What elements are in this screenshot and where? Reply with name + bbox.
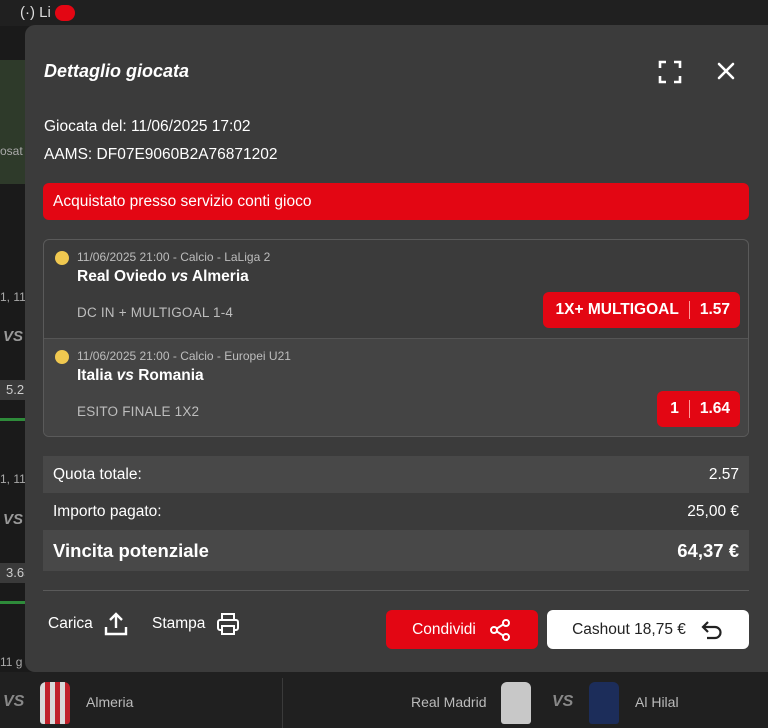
paid-amount-row: Importo pagato: 25,00 € xyxy=(43,493,749,530)
side-text: 1, 11 xyxy=(0,290,26,304)
live-tab[interactable]: (·) Li xyxy=(20,4,75,22)
event-meta: 11/06/2025 21:00 - Calcio - Europei U21 xyxy=(77,349,291,363)
divider xyxy=(43,590,749,591)
events-list: 11/06/2025 21:00 - Calcio - LaLiga 2 Rea… xyxy=(43,239,749,437)
share-icon xyxy=(489,618,510,641)
vs-label: vs xyxy=(170,268,189,285)
paid-label: Importo pagato: xyxy=(53,502,162,520)
selection-label: 1X+ MULTIGOAL xyxy=(555,301,679,318)
jersey-icon xyxy=(501,682,531,724)
side-text: 1, 11 xyxy=(0,472,26,486)
live-badge xyxy=(54,5,75,22)
top-bar: (·) Li xyxy=(0,0,768,26)
selection-badge: 1 1.64 xyxy=(657,391,740,427)
divider xyxy=(688,301,690,319)
home-team: Real Oviedo xyxy=(77,268,167,285)
total-odds-row: Quota totale: 2.57 xyxy=(43,456,749,493)
selection-label: 1 xyxy=(670,400,679,417)
bet-detail-modal: Dettaglio giocata Giocata del: 11/06/202… xyxy=(25,25,768,672)
undo-icon xyxy=(701,620,722,639)
side-text: osat xyxy=(0,144,23,158)
vs-label: VS xyxy=(552,693,574,710)
side-text: 11 g xyxy=(0,655,23,669)
team-name: Almeria xyxy=(86,694,134,710)
jersey-icon xyxy=(40,682,70,724)
upload-label: Carica xyxy=(48,615,93,632)
potential-win-row: Vincita potenziale 64,37 € xyxy=(43,530,749,571)
vs-label: VS xyxy=(3,693,25,710)
cashout-button[interactable]: Cashout 18,75 € xyxy=(547,610,749,649)
list-item: 11/06/2025 21:00 - Calcio - LaLiga 2 Rea… xyxy=(44,240,748,339)
upload-button[interactable]: Carica xyxy=(48,611,129,637)
print-icon xyxy=(217,613,240,635)
event-market: DC IN + MULTIGOAL 1-4 xyxy=(77,305,234,320)
total-odds-label: Quota totale: xyxy=(53,465,142,483)
print-label: Stampa xyxy=(152,615,206,632)
vs-label: vs xyxy=(116,367,134,384)
list-item: 11/06/2025 21:00 - Calcio - Europei U21 … xyxy=(44,339,748,436)
potential-win-label: Vincita potenziale xyxy=(53,539,209,561)
divider xyxy=(282,678,283,728)
jersey-icon xyxy=(589,682,619,724)
event-meta: 11/06/2025 21:00 - Calcio - LaLiga 2 xyxy=(77,250,271,264)
bet-date: Giocata del: 11/06/2025 17:02 xyxy=(44,118,251,135)
selection-badge: 1X+ MULTIGOAL 1.57 xyxy=(542,292,740,328)
divider xyxy=(688,400,690,418)
paid-value: 25,00 € xyxy=(687,502,739,520)
print-button[interactable]: Stampa xyxy=(152,611,241,637)
aams-code: AAMS: DF07E9060B2A76871202 xyxy=(44,146,278,163)
progress-line xyxy=(0,601,26,604)
share-button[interactable]: Condividi xyxy=(386,610,538,649)
potential-win-value: 64,37 € xyxy=(677,539,739,561)
event-match: Real Oviedo vs Almeria xyxy=(77,268,249,286)
modal-title: Dettaglio giocata xyxy=(44,61,190,81)
vs-label: VS xyxy=(3,328,24,345)
status-dot-icon xyxy=(55,350,69,364)
close-icon[interactable] xyxy=(715,60,737,82)
selection-odd: 1.64 xyxy=(699,400,730,417)
purchase-banner: Acquistato presso servizio conti gioco xyxy=(43,183,749,220)
event-match: Italia vs Romania xyxy=(77,367,204,385)
team-name: Real Madrid xyxy=(411,694,487,710)
odd-button[interactable]: 5.2 xyxy=(0,380,26,400)
team-name: Al Hilal xyxy=(635,694,679,710)
bottom-match-strip: VS Almeria Real Madrid VS Al Hilal xyxy=(0,672,768,728)
total-odds-value: 2.57 xyxy=(708,465,739,483)
upload-icon xyxy=(104,612,127,636)
share-label: Condividi xyxy=(412,620,476,638)
home-team: Italia xyxy=(77,367,113,384)
selection-odd: 1.57 xyxy=(699,301,730,318)
status-dot-icon xyxy=(55,251,69,265)
away-team: Almeria xyxy=(191,268,249,285)
away-team: Romania xyxy=(138,367,204,384)
fullscreen-icon[interactable] xyxy=(658,60,682,84)
event-market: ESITO FINALE 1X2 xyxy=(77,404,200,419)
progress-line xyxy=(0,418,26,421)
cashout-label: Cashout 18,75 € xyxy=(572,620,686,638)
odd-button[interactable]: 3.65 xyxy=(0,563,31,583)
event-image xyxy=(0,60,26,184)
vs-label: VS xyxy=(3,511,24,528)
